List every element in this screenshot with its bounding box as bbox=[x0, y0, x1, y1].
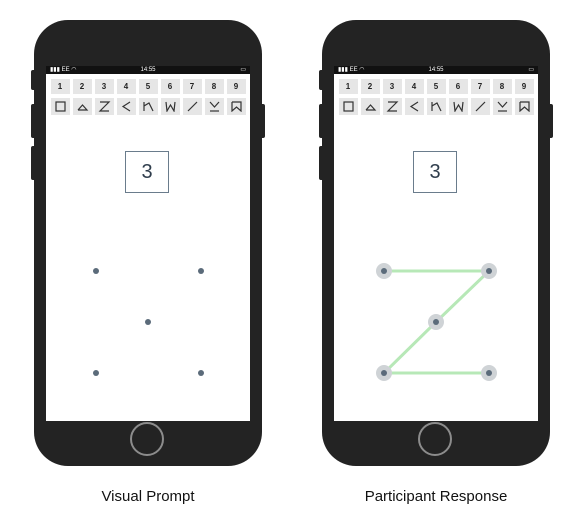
phone-visual-prompt: ▮▮▮ EE ◠ 14:55 ▭ 1 2 3 4 5 6 7 8 9 3 bbox=[31, 20, 265, 466]
pattern-dot[interactable] bbox=[198, 370, 204, 376]
mute-switch bbox=[31, 70, 35, 90]
caption-visual-prompt: Visual Prompt bbox=[101, 488, 195, 505]
pattern-dot[interactable] bbox=[433, 319, 439, 325]
home-button[interactable] bbox=[130, 422, 164, 456]
pattern-dot[interactable] bbox=[93, 268, 99, 274]
volume-up-button bbox=[319, 104, 323, 138]
caption-participant-response: Participant Response bbox=[364, 488, 508, 505]
pattern-dot[interactable] bbox=[381, 268, 387, 274]
phone-screen: ▮▮▮ EE ◠ 14:55 ▭ 1 2 3 4 5 6 7 8 9 3 bbox=[334, 66, 538, 421]
mute-switch bbox=[319, 70, 323, 90]
volume-up-button bbox=[31, 104, 35, 138]
home-button[interactable] bbox=[418, 422, 452, 456]
power-button bbox=[549, 104, 553, 138]
power-button bbox=[261, 104, 265, 138]
phone-participant-response: ▮▮▮ EE ◠ 14:55 ▭ 1 2 3 4 5 6 7 8 9 3 bbox=[319, 20, 553, 466]
volume-down-button bbox=[31, 146, 35, 180]
volume-down-button bbox=[319, 146, 323, 180]
pattern-dot[interactable] bbox=[486, 370, 492, 376]
pattern-grid bbox=[93, 268, 204, 376]
phone-screen: ▮▮▮ EE ◠ 14:55 ▭ 1 2 3 4 5 6 7 8 9 3 bbox=[46, 66, 250, 421]
pattern-dot[interactable] bbox=[198, 268, 204, 274]
pattern-dot[interactable] bbox=[486, 268, 492, 274]
pattern-grid-response bbox=[376, 263, 497, 381]
pattern-dot[interactable] bbox=[381, 370, 387, 376]
pattern-dot[interactable] bbox=[145, 319, 151, 325]
pattern-dot[interactable] bbox=[93, 370, 99, 376]
